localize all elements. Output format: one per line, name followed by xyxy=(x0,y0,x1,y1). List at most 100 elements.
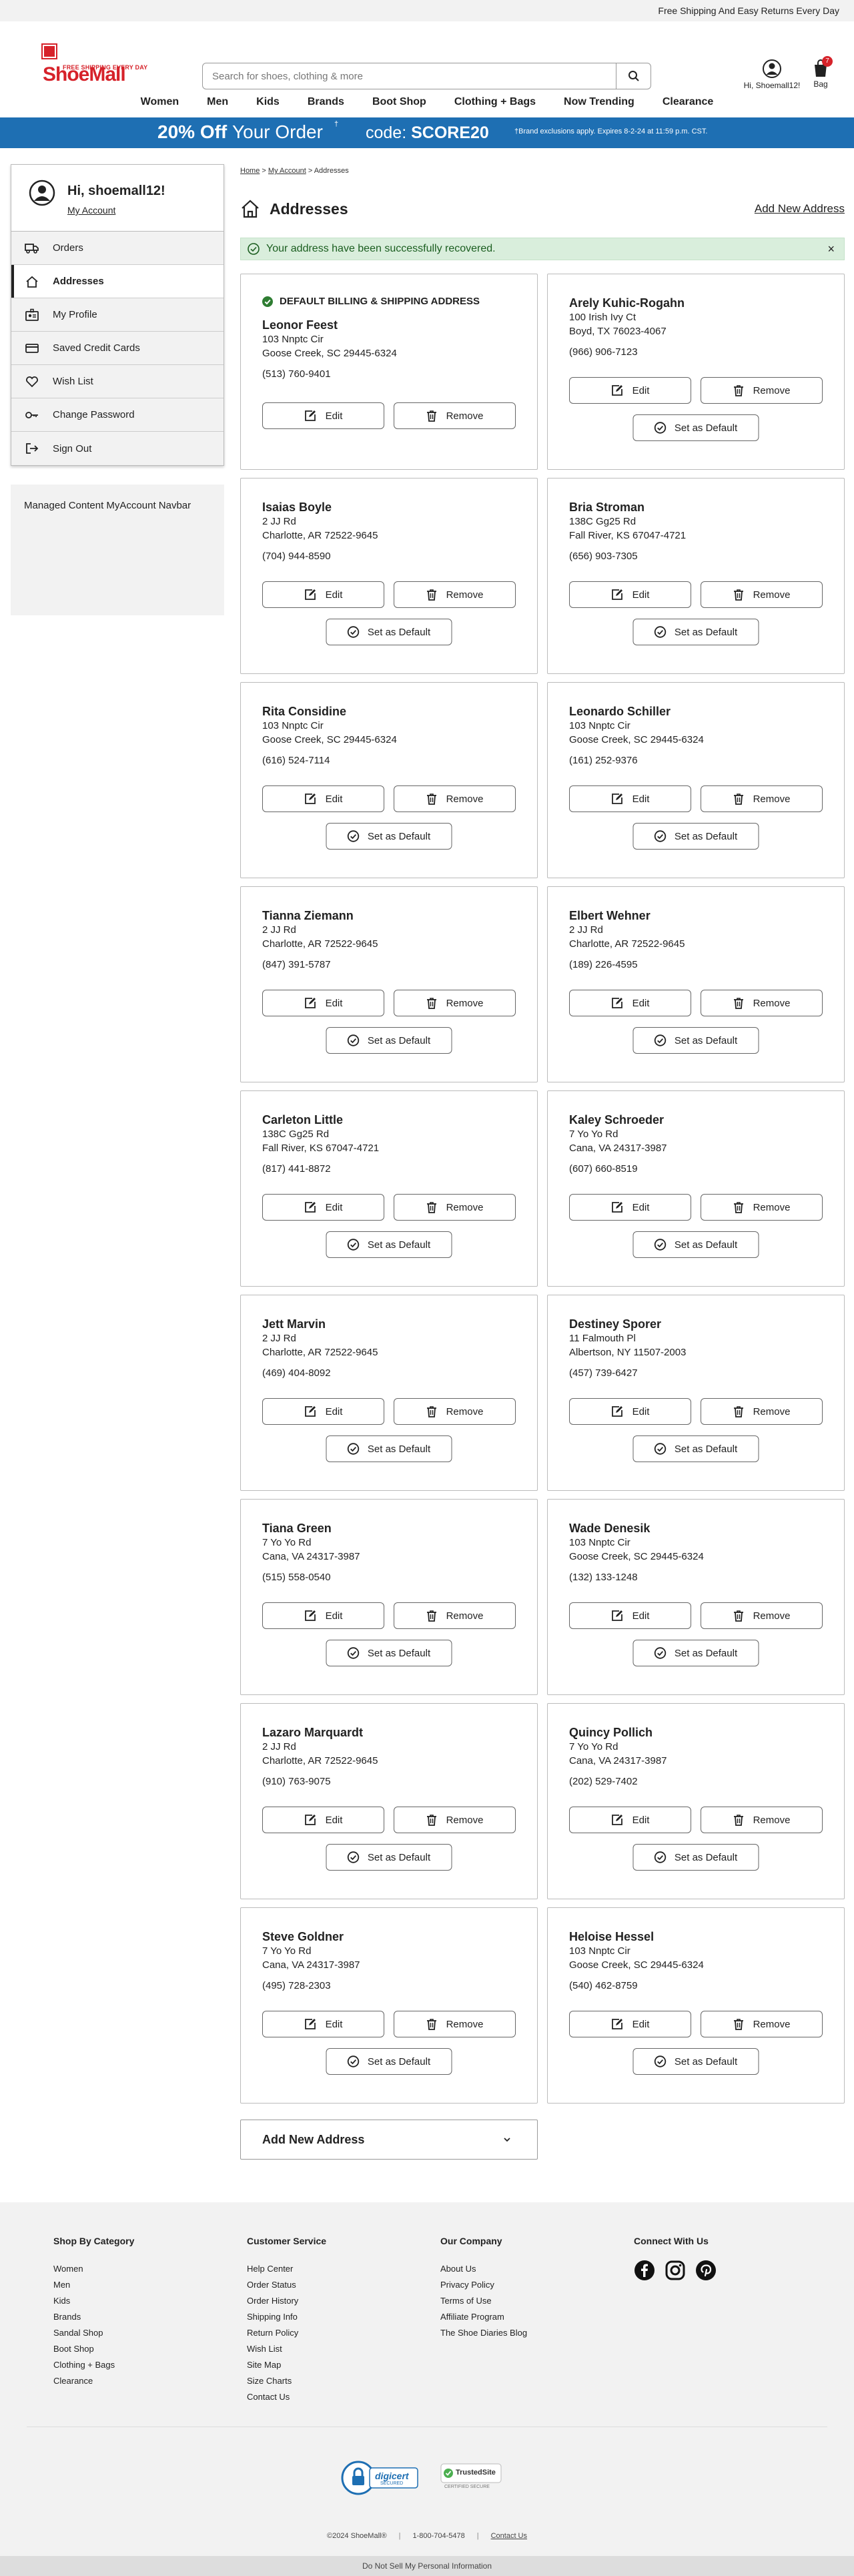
footer-link[interactable]: Sandal Shop xyxy=(53,2325,134,2341)
sidebar-item-orders[interactable]: Orders xyxy=(11,232,224,265)
remove-address-button[interactable]: Remove xyxy=(394,581,516,608)
footer-link[interactable]: Return Policy xyxy=(247,2325,326,2341)
remove-address-button[interactable]: Remove xyxy=(394,990,516,1016)
remove-address-button[interactable]: Remove xyxy=(394,1398,516,1425)
search-button[interactable] xyxy=(616,63,651,89)
nav-item-brands[interactable]: Brands xyxy=(294,96,358,117)
set-default-button[interactable]: Set as Default xyxy=(326,1844,452,1871)
set-default-button[interactable]: Set as Default xyxy=(326,1231,452,1258)
edit-address-button[interactable]: Edit xyxy=(262,990,384,1016)
set-default-button[interactable]: Set as Default xyxy=(632,1027,759,1054)
sidebar-item-sign-out[interactable]: Sign Out xyxy=(11,432,224,465)
set-default-button[interactable]: Set as Default xyxy=(632,1640,759,1666)
footer-link[interactable]: Help Center xyxy=(247,2261,326,2277)
nav-item-kids[interactable]: Kids xyxy=(242,96,294,117)
footer-link[interactable]: Site Map xyxy=(247,2357,326,2373)
sidebar-item-wish-list[interactable]: Wish List xyxy=(11,365,224,398)
remove-address-button[interactable]: Remove xyxy=(701,581,823,608)
remove-address-button[interactable]: Remove xyxy=(701,1807,823,1833)
breadcrumb-my-account[interactable]: My Account xyxy=(268,167,306,175)
footer-link[interactable]: Brands xyxy=(53,2309,134,2325)
sidebar-item-my-profile[interactable]: My Profile xyxy=(11,298,224,332)
nav-item-men[interactable]: Men xyxy=(193,96,242,117)
set-default-button[interactable]: Set as Default xyxy=(326,1435,452,1462)
remove-address-button[interactable]: Remove xyxy=(701,1194,823,1221)
edit-address-button[interactable]: Edit xyxy=(262,581,384,608)
add-new-address-link[interactable]: Add New Address xyxy=(755,202,845,216)
edit-address-button[interactable]: Edit xyxy=(569,1807,691,1833)
nav-item-clothing-bags[interactable]: Clothing + Bags xyxy=(440,96,550,117)
remove-address-button[interactable]: Remove xyxy=(701,1398,823,1425)
my-account-link[interactable]: My Account xyxy=(67,205,115,216)
edit-address-button[interactable]: Edit xyxy=(569,377,691,404)
edit-address-button[interactable]: Edit xyxy=(569,1194,691,1221)
promo-banner[interactable]: 20% Off Your Order † code: SCORE20 †Bran… xyxy=(0,117,854,148)
trustedsite-badge[interactable]: TrustedSite CERTIFIED SECURE xyxy=(440,2463,502,2493)
edit-address-button[interactable]: Edit xyxy=(569,2011,691,2037)
set-default-button[interactable]: Set as Default xyxy=(632,1231,759,1258)
remove-address-button[interactable]: Remove xyxy=(701,2011,823,2037)
set-default-button[interactable]: Set as Default xyxy=(326,1640,452,1666)
footer-link[interactable]: Shipping Info xyxy=(247,2309,326,2325)
edit-address-button[interactable]: Edit xyxy=(569,1398,691,1425)
remove-address-button[interactable]: Remove xyxy=(394,1602,516,1629)
sidebar-item-saved-credit-cards[interactable]: Saved Credit Cards xyxy=(11,332,224,365)
set-default-button[interactable]: Set as Default xyxy=(326,2048,452,2075)
set-default-button[interactable]: Set as Default xyxy=(632,823,759,850)
remove-address-button[interactable]: Remove xyxy=(394,402,516,429)
facebook-icon[interactable] xyxy=(634,2260,655,2281)
instagram-icon[interactable] xyxy=(665,2260,686,2281)
breadcrumb-home[interactable]: Home xyxy=(240,167,260,175)
remove-address-button[interactable]: Remove xyxy=(701,1602,823,1629)
sidebar-item-addresses[interactable]: Addresses xyxy=(11,265,224,298)
nav-item-women[interactable]: Women xyxy=(127,96,193,117)
footer-link[interactable]: Order History xyxy=(247,2293,326,2309)
footer-link[interactable]: Contact Us xyxy=(247,2389,326,2405)
set-default-button[interactable]: Set as Default xyxy=(632,1844,759,1871)
set-default-button[interactable]: Set as Default xyxy=(326,823,452,850)
footer-link[interactable]: Affiliate Program xyxy=(440,2309,527,2325)
edit-address-button[interactable]: Edit xyxy=(262,1194,384,1221)
remove-address-button[interactable]: Remove xyxy=(394,2011,516,2037)
remove-address-button[interactable]: Remove xyxy=(701,785,823,812)
footer-link[interactable]: Privacy Policy xyxy=(440,2277,527,2293)
footer-link[interactable]: Size Charts xyxy=(247,2373,326,2389)
footer-link[interactable]: Kids xyxy=(53,2293,134,2309)
footer-link[interactable]: Boot Shop xyxy=(53,2341,134,2357)
add-new-address-accordion[interactable]: Add New Address xyxy=(240,2120,538,2160)
digicert-badge[interactable]: digicert SECURED xyxy=(340,2460,420,2496)
edit-address-button[interactable]: Edit xyxy=(569,1602,691,1629)
set-default-button[interactable]: Set as Default xyxy=(632,619,759,645)
footer-link[interactable]: Men xyxy=(53,2277,134,2293)
footer-link[interactable]: Women xyxy=(53,2261,134,2277)
remove-address-button[interactable]: Remove xyxy=(394,1807,516,1833)
edit-address-button[interactable]: Edit xyxy=(569,581,691,608)
set-default-button[interactable]: Set as Default xyxy=(632,1435,759,1462)
set-default-button[interactable]: Set as Default xyxy=(632,414,759,441)
edit-address-button[interactable]: Edit xyxy=(262,1807,384,1833)
shoemall-logo[interactable]: ShoeMall FREE SHIPPING EVERY DAY xyxy=(41,43,147,85)
footer-link[interactable]: Clothing + Bags xyxy=(53,2357,134,2373)
alert-close-button[interactable]: × xyxy=(827,242,835,256)
search-input[interactable] xyxy=(203,63,616,89)
account-menu[interactable]: Hi, Shoemall12! xyxy=(742,59,802,90)
footer-link[interactable]: Order Status xyxy=(247,2277,326,2293)
nav-item-clearance[interactable]: Clearance xyxy=(649,96,728,117)
footer-link[interactable]: Terms of Use xyxy=(440,2293,527,2309)
set-default-button[interactable]: Set as Default xyxy=(326,619,452,645)
edit-address-button[interactable]: Edit xyxy=(569,785,691,812)
edit-address-button[interactable]: Edit xyxy=(262,1398,384,1425)
footer-link[interactable]: Clearance xyxy=(53,2373,134,2389)
edit-address-button[interactable]: Edit xyxy=(262,402,384,429)
set-default-button[interactable]: Set as Default xyxy=(632,2048,759,2075)
nav-item-now-trending[interactable]: Now Trending xyxy=(550,96,649,117)
edit-address-button[interactable]: Edit xyxy=(262,785,384,812)
remove-address-button[interactable]: Remove xyxy=(394,1194,516,1221)
edit-address-button[interactable]: Edit xyxy=(262,1602,384,1629)
footer-link[interactable]: Wish List xyxy=(247,2341,326,2357)
remove-address-button[interactable]: Remove xyxy=(394,785,516,812)
do-not-sell-link[interactable]: Do Not Sell My Personal Information xyxy=(0,2556,854,2576)
footer-contact-link[interactable]: Contact Us xyxy=(491,2532,527,2540)
footer-link[interactable]: The Shoe Diaries Blog xyxy=(440,2325,527,2341)
set-default-button[interactable]: Set as Default xyxy=(326,1027,452,1054)
